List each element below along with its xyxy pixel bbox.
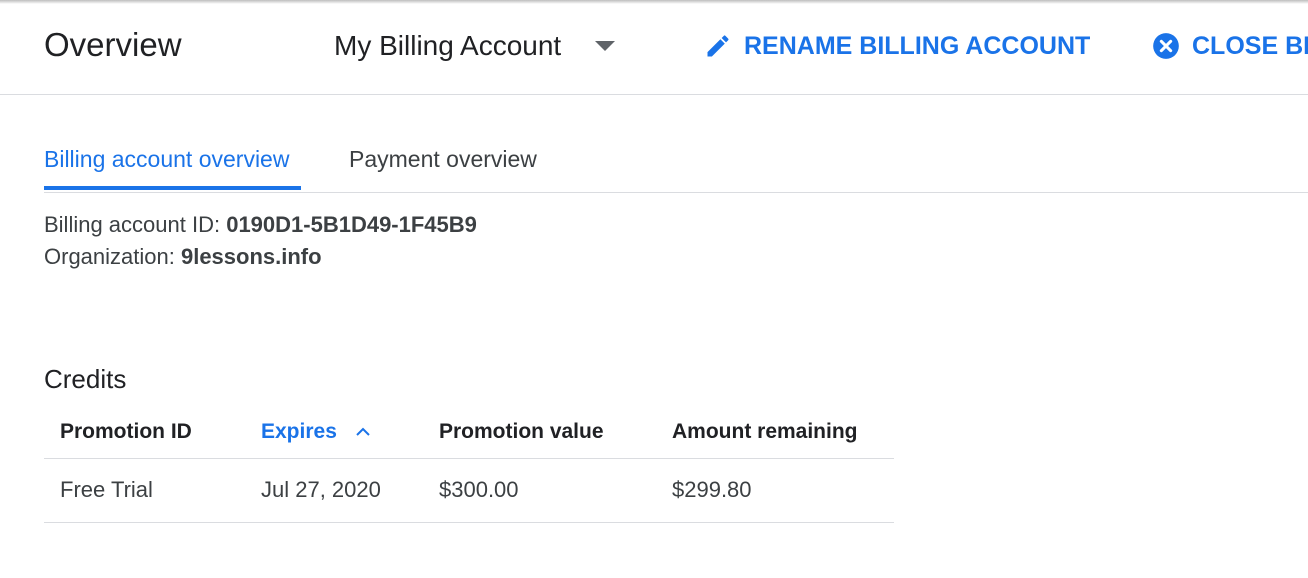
billing-account-selector[interactable]: My Billing Account [334,28,616,64]
column-header-promotion-id[interactable]: Promotion ID [60,420,192,444]
column-header-amount-remaining[interactable]: Amount remaining [672,420,858,444]
cell-expires: Jul 27, 2020 [261,477,381,502]
rename-billing-account-button[interactable]: RENAME BILLING ACCOUNT [704,28,1090,64]
billing-account-name: My Billing Account [334,30,562,61]
table-header-row: Promotion ID Expires Promotion value Amo… [44,410,894,459]
page-title: Overview [44,26,182,63]
close-circle-icon [1153,33,1179,59]
active-tab-indicator [44,186,301,190]
pencil-icon [707,35,729,57]
billing-account-id-label: Billing account ID: [44,212,227,237]
table-row: Free Trial Jul 27, 2020 $300.00 $299.80 [44,459,894,523]
dropdown-caret-icon [595,41,616,51]
close-billing-account-label: CLOSE BIL [1192,31,1308,60]
tab-bar: Billing account overview Payment overvie… [44,140,1308,193]
column-header-expires-label: Expires [261,420,337,443]
sort-ascending-icon [356,428,370,437]
close-billing-account-button[interactable]: CLOSE BIL [1152,28,1308,64]
credits-heading: Credits [44,364,127,394]
organization: Organization: 9lessons.info [44,244,322,270]
rename-billing-account-label: RENAME BILLING ACCOUNT [744,31,1091,60]
column-header-promotion-value[interactable]: Promotion value [439,420,604,444]
cell-promotion-value: $300.00 [439,477,519,502]
organization-label: Organization: [44,244,181,269]
cell-amount-remaining: $299.80 [672,477,752,502]
column-header-expires[interactable]: Expires [261,420,371,444]
tab-payment-overview[interactable]: Payment overview [349,146,537,173]
tab-billing-account-overview[interactable]: Billing account overview [44,146,289,173]
cell-promotion-id: Free Trial [60,477,153,502]
billing-account-id-value: 0190D1-5B1D49-1F45B9 [226,212,477,237]
billing-account-id: Billing account ID: 0190D1-5B1D49-1F45B9 [44,212,477,238]
organization-value: 9lessons.info [180,244,322,269]
credits-table: Promotion ID Expires Promotion value Amo… [44,410,894,523]
page-header: Overview My Billing Account RENAME BILLI… [0,0,1308,95]
